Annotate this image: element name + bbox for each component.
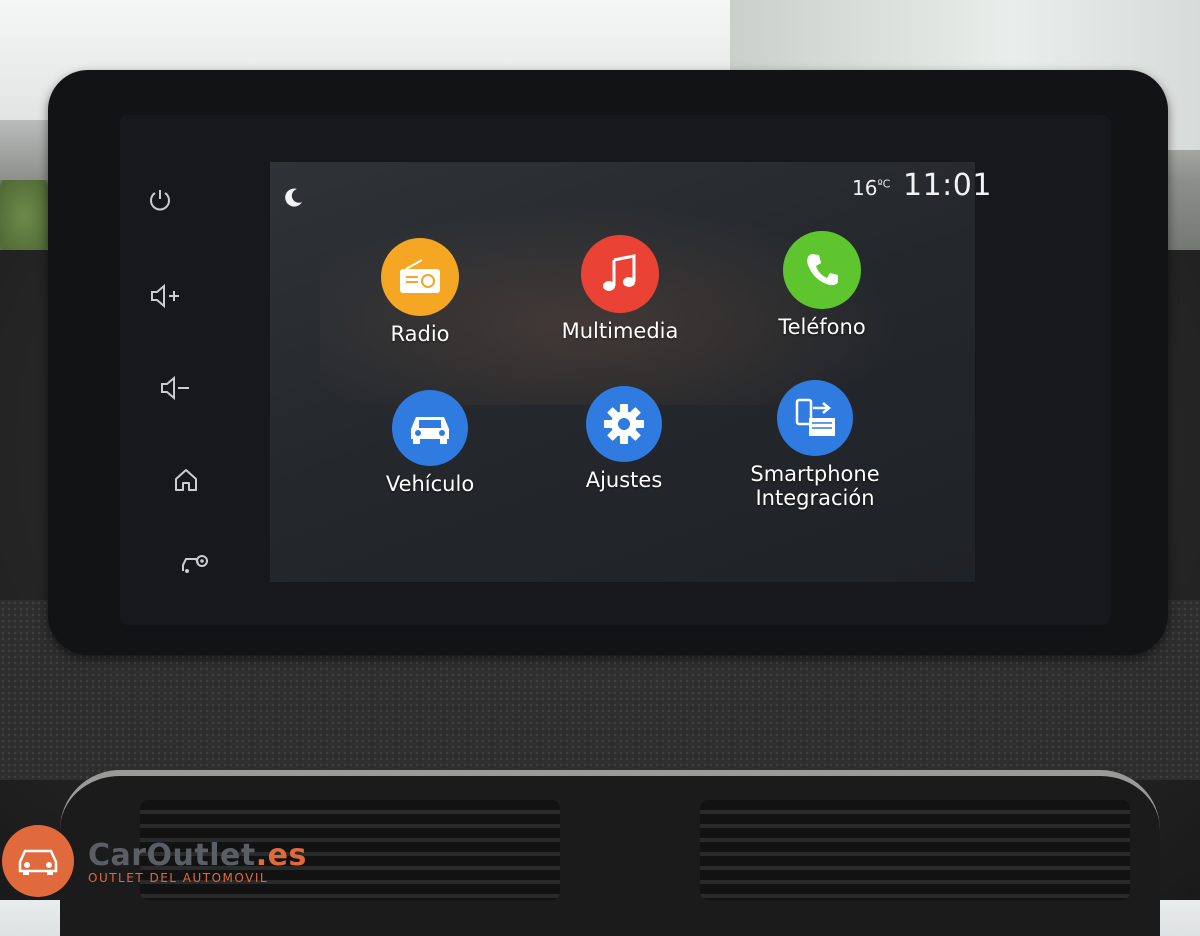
smartphone-integration-icon [795,398,835,436]
vehicle-icon [411,417,449,444]
multimedia-icon-circle [581,235,659,313]
gear-icon [604,404,644,444]
volume-up-button[interactable] [146,276,186,316]
home-icon [175,469,197,491]
app-label: Teléfono [778,315,866,339]
clock: 11:01 [903,168,992,203]
music-note-icon [603,254,636,291]
home-screen [270,162,975,582]
car-settings-button[interactable] [176,543,216,583]
settings-icon-circle [586,386,662,462]
car-settings-icon [182,555,208,573]
app-radio[interactable]: Radio [360,238,480,346]
brand-name-suffix: .es [255,837,307,873]
brand-name: CarOutlet.es [88,838,307,873]
app-label: Ajustes [585,468,663,492]
vehicle-icon-circle [392,390,468,466]
app-vehiculo[interactable]: Vehículo [370,390,490,496]
radio-icon-circle [381,238,459,316]
app-multimedia[interactable]: Multimedia [555,235,685,343]
app-label: Smartphone Integración [750,462,880,510]
radio-icon [400,259,440,293]
brand-name-prefix: CarOutlet [88,837,256,873]
air-vent-right [700,800,1130,900]
app-label: Radio [390,322,450,346]
app-telefono[interactable]: Teléfono [762,231,882,339]
app-label: Vehículo [385,472,475,496]
outside-temperature: 16ºC [852,176,890,200]
power-button[interactable] [140,180,180,220]
smartphone-integration-icon-circle [777,380,853,456]
home-button[interactable] [166,460,206,500]
volume-down-icon [161,375,189,401]
power-icon [150,190,170,211]
brand-tagline: OUTLET DEL AUTOMOVIL [88,870,269,885]
car-logo-icon [2,825,74,897]
app-smartphone-integracion[interactable]: Smartphone Integración [745,380,885,510]
app-ajustes[interactable]: Ajustes [564,386,684,492]
moon-icon[interactable] [283,186,305,208]
volume-up-icon [151,283,179,309]
volume-down-button[interactable] [156,368,196,408]
temperature-unit: ºC [877,177,891,191]
phone-icon [807,254,838,286]
temperature-value: 16 [852,176,878,200]
app-label: Multimedia [561,319,679,343]
phone-icon-circle [783,231,861,309]
caroutlet-watermark: CarOutlet.es OUTLET DEL AUTOMOVIL [2,825,307,897]
